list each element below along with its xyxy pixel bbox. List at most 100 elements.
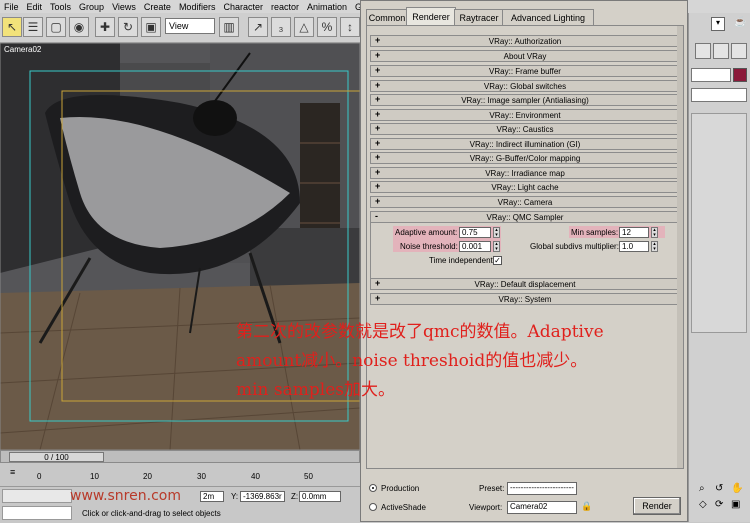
menu-tools[interactable]: Tools — [46, 2, 75, 12]
select-arrow-icon[interactable]: ↖ — [2, 17, 22, 37]
tick-label: 20 — [143, 472, 152, 481]
rotate-icon[interactable]: ↻ — [118, 17, 138, 37]
rollout-environment[interactable]: + VRay:: Environment — [370, 109, 680, 121]
status-field[interactable] — [2, 506, 72, 520]
menu-modifiers[interactable]: Modifiers — [175, 2, 220, 12]
object-color-swatch[interactable] — [733, 68, 747, 82]
modifier-list-dropdown[interactable] — [691, 88, 747, 102]
z-coordinate-field[interactable]: 0.0mm — [299, 491, 341, 502]
tab-advanced-lighting[interactable]: Advanced Lighting — [502, 9, 594, 26]
main-toolbar: ↖ ☰ ▢ ◉ ✚ ↻ ▣ View ▥ ↗ ₃ △ % ↕ — [0, 13, 360, 43]
angle-snap-icon[interactable]: △ — [294, 17, 314, 37]
viewport-dropdown[interactable]: Camera02 — [507, 501, 577, 514]
field-of-view-icon[interactable]: ◇ — [699, 499, 707, 510]
rollout-frame-buffer[interactable]: + VRay:: Frame buffer — [370, 65, 680, 77]
activeshade-radio[interactable] — [369, 503, 377, 511]
y-coordinate-field[interactable]: -1369.863r — [240, 491, 285, 502]
maximize-icon[interactable]: ▣ — [731, 499, 740, 510]
preset-dropdown[interactable]: ------------------------ — [507, 482, 577, 495]
viewport-label[interactable]: Camera02 — [4, 45, 41, 54]
rollout-qmc-sampler[interactable]: - VRay:: QMC Sampler — [370, 211, 680, 223]
modifier-stack[interactable] — [691, 113, 747, 333]
rollout-title: VRay:: Caustics — [496, 124, 554, 134]
track-bar-icon[interactable]: ≡ — [10, 467, 22, 477]
rollout-caustics[interactable]: + VRay:: Caustics — [370, 123, 680, 135]
noise-threshold-input[interactable]: 0.001 — [459, 241, 491, 252]
orbit-icon[interactable]: ↺ — [715, 483, 723, 494]
expand-icon: + — [375, 138, 381, 148]
x-coordinate-field[interactable]: 2m — [200, 491, 224, 502]
qmc-sampler-body: Adaptive amount: 0.75 ▴ ▾ Noise threshold… — [370, 223, 680, 279]
teapot-icon[interactable]: ☕ — [734, 17, 750, 31]
spinner-icon[interactable]: ▴ ▾ — [493, 241, 500, 252]
viewport-label: Viewport: — [469, 503, 503, 512]
expand-icon: + — [375, 152, 381, 162]
move-icon[interactable]: ✚ — [95, 17, 115, 37]
menu-character[interactable]: Character — [219, 2, 267, 12]
object-name-field[interactable] — [691, 68, 731, 82]
rollout-title: VRay:: Default displacement — [474, 279, 576, 289]
rollout-global-switches[interactable]: + VRay:: Global switches — [370, 80, 680, 92]
rollout-title: VRay:: Authorization — [488, 36, 562, 46]
create-panel-icon[interactable] — [695, 43, 711, 59]
spinner-icon[interactable]: ▴ ▾ — [493, 227, 500, 238]
expand-icon: + — [375, 278, 381, 288]
maxscript-listener[interactable] — [2, 489, 72, 503]
modify-panel-icon[interactable] — [713, 43, 729, 59]
menu-edit[interactable]: Edit — [23, 2, 47, 12]
rollout-about-vray[interactable]: + About VRay — [370, 50, 680, 62]
time-independent-checkbox[interactable]: ✓ — [493, 256, 502, 265]
pivot-icon[interactable]: ▥ — [219, 17, 239, 37]
rollout-light-cache[interactable]: + VRay:: Light cache — [370, 181, 680, 193]
pan-icon[interactable]: ✋ — [731, 483, 743, 494]
menu-group[interactable]: Group — [75, 2, 108, 12]
spinner-snap-icon[interactable]: ↕ — [340, 17, 360, 37]
menu-views[interactable]: Views — [108, 2, 140, 12]
tab-renderer[interactable]: Renderer — [406, 7, 456, 26]
select-link-icon[interactable]: ↗ — [248, 17, 268, 37]
select-by-name-icon[interactable]: ☰ — [23, 17, 43, 37]
time-slider[interactable]: 0 / 100 — [0, 450, 360, 463]
menu-create[interactable]: Create — [140, 2, 175, 12]
min-samples-input[interactable]: 12 — [619, 227, 649, 238]
roll-icon[interactable]: ⟳ — [715, 499, 723, 510]
rollout-camera[interactable]: + VRay:: Camera — [370, 196, 680, 208]
tick-label: 30 — [197, 472, 206, 481]
time-slider-thumb[interactable]: 0 / 100 — [9, 452, 104, 462]
rollout-irradiance-map[interactable]: + VRay:: Irradiance map — [370, 167, 680, 179]
global-subdivs-input[interactable]: 1.0 — [619, 241, 649, 252]
percent-snap-icon[interactable]: % — [317, 17, 337, 37]
menu-file[interactable]: File — [0, 2, 23, 12]
lock-icon[interactable]: 🔒 — [581, 501, 592, 514]
preset-label: Preset: — [479, 484, 505, 493]
tick-label: 40 — [251, 472, 260, 481]
rollout-image-sampler[interactable]: + VRay:: Image sampler (Antialiasing) — [370, 94, 680, 106]
rollout-authorization[interactable]: + VRay:: Authorization — [370, 35, 680, 47]
chevron-down-icon[interactable]: ▾ — [711, 17, 725, 31]
reference-coord-dropdown[interactable]: View — [165, 18, 215, 34]
tab-raytracer[interactable]: Raytracer — [454, 9, 504, 26]
snap-icon[interactable]: ₃ — [271, 17, 291, 37]
rollout-default-displacement[interactable]: + VRay:: Default displacement — [370, 278, 680, 290]
track-bar[interactable]: ≡ 0 10 20 30 40 50 — [0, 465, 360, 487]
menu-animation[interactable]: Animation — [303, 2, 351, 12]
region-select-icon[interactable]: ▢ — [46, 17, 66, 37]
scale-icon[interactable]: ▣ — [141, 17, 161, 37]
window-crossing-icon[interactable]: ◉ — [69, 17, 89, 37]
expand-icon: + — [375, 123, 381, 133]
render-button[interactable]: Render — [633, 497, 681, 515]
adaptive-amount-input[interactable]: 0.75 — [459, 227, 491, 238]
zoom-icon[interactable]: ⌕ — [699, 483, 705, 494]
time-independent-label: Time independent — [429, 256, 493, 265]
menu-reactor[interactable]: reactor — [267, 2, 303, 12]
rollout-title: VRay:: System — [498, 294, 552, 304]
rollout-indirect-illumination[interactable]: + VRay:: Indirect illumination (GI) — [370, 138, 680, 150]
rollout-gbuffer-color-mapping[interactable]: + VRay:: G-Buffer/Color mapping — [370, 152, 680, 164]
tab-common[interactable]: Common — [366, 9, 408, 26]
hierarchy-panel-icon[interactable] — [731, 43, 747, 59]
spinner-icon[interactable]: ▴ ▾ — [651, 241, 658, 252]
command-panel: ▾ ☕ ⌕ ↺ ✋ ◇ ⟳ ▣ — [688, 13, 750, 522]
rollout-system[interactable]: + VRay:: System — [370, 293, 680, 305]
spinner-icon[interactable]: ▴ ▾ — [651, 227, 658, 238]
production-radio[interactable] — [369, 484, 377, 492]
